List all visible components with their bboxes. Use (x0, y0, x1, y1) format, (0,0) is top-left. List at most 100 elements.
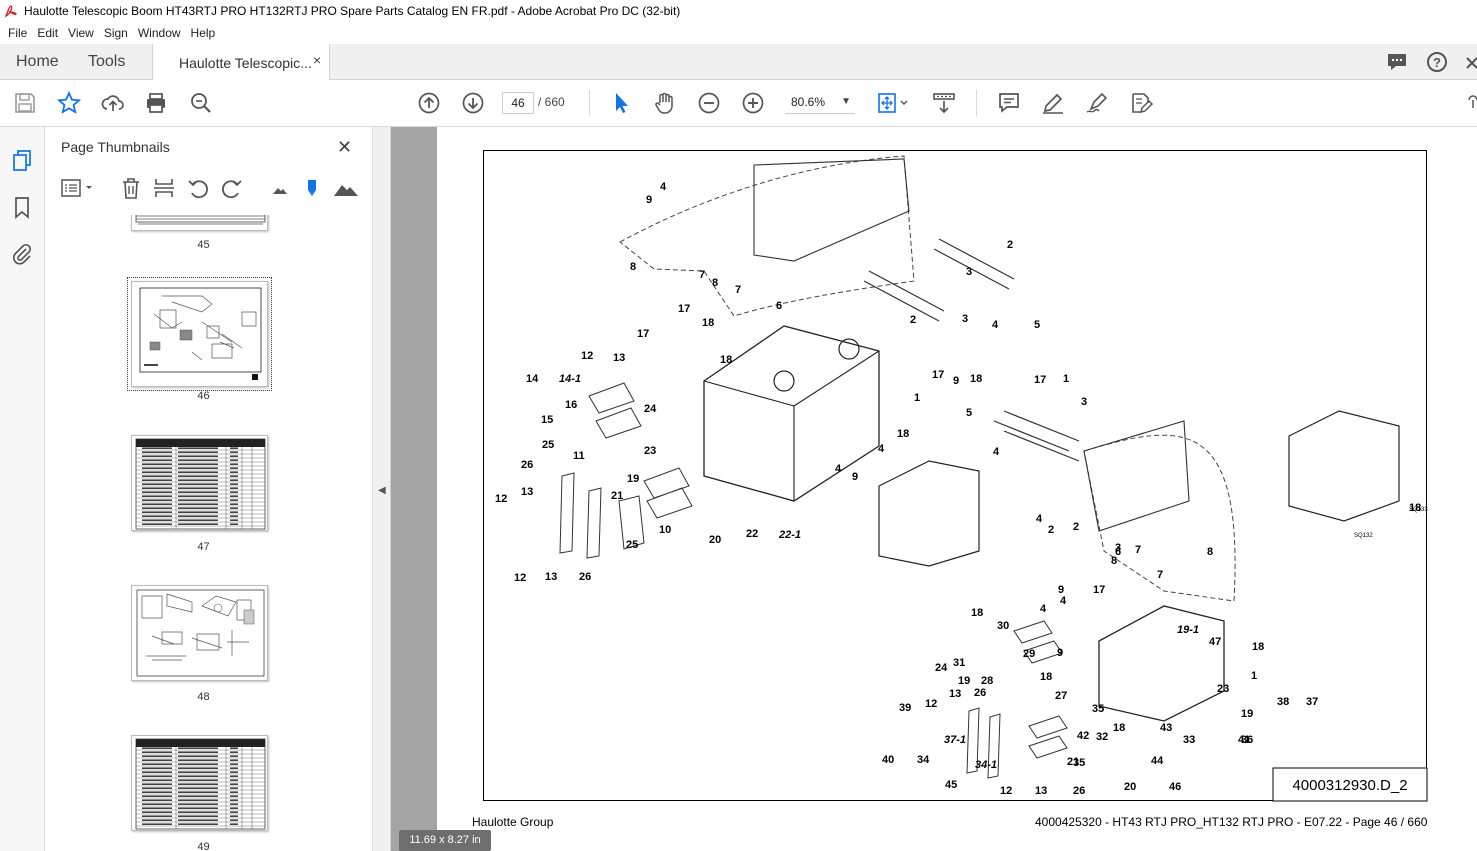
boom-head-assembly (878, 460, 980, 567)
callout-number: 2 (910, 314, 916, 326)
callout-number: 18 (1040, 671, 1052, 683)
callout-number: 8 (1111, 555, 1117, 567)
upload-cloud-icon[interactable] (101, 91, 125, 115)
menu-edit[interactable]: Edit (37, 26, 58, 40)
callout-number: 11 (573, 450, 585, 462)
tab-close-icon[interactable]: × (313, 52, 321, 68)
menu-window[interactable]: Window (138, 26, 181, 40)
callout-number: 29 (1023, 648, 1035, 660)
wear-pads-left (588, 382, 693, 550)
thumbnail-options-icon[interactable] (61, 177, 95, 199)
previous-page-icon[interactable] (417, 91, 441, 115)
callout-number: 26 (1073, 785, 1085, 797)
callout-number: 42 (1077, 730, 1089, 742)
tab-home[interactable]: Home (16, 53, 59, 71)
menu-view[interactable]: View (68, 26, 94, 40)
callout-number: 12 (1000, 785, 1012, 797)
tab-tools[interactable]: Tools (88, 53, 125, 71)
toolbar-divider (589, 90, 590, 116)
sign-pen-icon[interactable] (1085, 91, 1109, 115)
callout-number: 4 (1040, 603, 1047, 615)
hand-tool-icon[interactable] (653, 91, 677, 115)
callout-number: 5 (1034, 319, 1040, 331)
callout-labels: 4987876232 3 4 517181712 13 1814 14-116 2415232… (495, 181, 1428, 797)
thumbnail-page[interactable] (131, 735, 268, 831)
thumbnail-label: 47 (197, 541, 210, 553)
edit-pdf-icon[interactable] (1129, 91, 1153, 115)
small-thumbnails-icon[interactable] (269, 177, 291, 199)
thumbnail-page[interactable] (131, 215, 268, 231)
thumbnail-label: 49 (197, 841, 210, 851)
save-icon[interactable] (13, 91, 37, 115)
callout-number: 17 (1093, 584, 1105, 596)
bookmark-icon[interactable] (10, 195, 34, 219)
delete-pages-icon[interactable] (120, 177, 142, 199)
callout-number: 3 (966, 266, 972, 278)
bracket-bore (773, 370, 795, 392)
collapse-panel-arrow-icon[interactable]: ◀ (378, 485, 386, 496)
document-viewer[interactable]: 4000312930.D_2 4 9 8 7 8 7 6 2 3 2 3 4 5 17 18 17 12 13 18… (391, 127, 1477, 851)
attachment-icon[interactable] (10, 241, 34, 265)
callout-number: 23 (1217, 683, 1229, 695)
table-page-preview (135, 438, 266, 530)
scroll-mode-icon[interactable] (932, 91, 956, 115)
callout-number: 8 (630, 261, 636, 273)
rotate-clockwise-icon[interactable] (221, 177, 243, 199)
callout-number: 19 (627, 473, 639, 485)
thumbnail-page[interactable] (131, 585, 268, 681)
callout-number: 19 (1241, 708, 1253, 720)
callout-number: 8 (712, 277, 718, 289)
close-window-icon[interactable] (1465, 50, 1477, 74)
callout-number: 22-1 (778, 529, 801, 541)
callout-number: SQ132 (1354, 533, 1373, 539)
star-bookmark-icon[interactable] (57, 91, 81, 115)
panel-collapse-strip[interactable]: ◀ (373, 127, 391, 851)
more-tools-icon[interactable] (1468, 91, 1477, 115)
callout-number: 16 (565, 399, 577, 411)
extract-pages-icon[interactable] (153, 177, 175, 199)
panel-close-icon[interactable]: ✕ (337, 137, 352, 158)
callout-number: 14 (526, 373, 539, 385)
callout-number: 4 (835, 463, 842, 475)
callout-number: 1 (1063, 373, 1069, 385)
pin-shafts (863, 238, 1015, 322)
large-thumbnails-icon[interactable] (333, 177, 359, 199)
thumbnail-label: 45 (197, 239, 210, 251)
help-icon[interactable]: ? (1425, 50, 1449, 74)
menu-sign[interactable]: Sign (104, 26, 128, 40)
select-cursor-icon[interactable] (609, 91, 633, 115)
zoom-level-select[interactable]: 80.6% ▼ (785, 92, 855, 114)
thumbnail-marker-icon[interactable] (301, 177, 323, 199)
tab-document-label: Haulotte Telescopic... (179, 55, 312, 71)
find-zoom-icon[interactable] (189, 91, 213, 115)
callout-number: 30 (997, 620, 1009, 632)
zoom-in-icon[interactable] (741, 91, 765, 115)
fit-page-icon[interactable] (876, 91, 912, 115)
callout-number: 12 (581, 350, 593, 362)
comment-bubble-icon[interactable] (1385, 50, 1409, 74)
acrobat-logo-icon (4, 5, 17, 18)
next-page-icon[interactable] (461, 91, 485, 115)
callout-number: 37 (1306, 696, 1318, 708)
page-thumbnails-icon[interactable] (10, 148, 34, 172)
toolbar-divider (976, 90, 977, 116)
menu-file[interactable]: File (8, 26, 27, 40)
rotate-counterclockwise-icon[interactable] (187, 177, 209, 199)
callout-number: 9 (852, 471, 858, 483)
thumbnail-page-selected[interactable] (127, 277, 272, 391)
zoom-out-icon[interactable] (697, 91, 721, 115)
callout-number: 13 (1035, 785, 1047, 797)
print-icon[interactable] (144, 91, 168, 115)
callout-number: 25 (626, 539, 638, 551)
callout-number: 13 (545, 571, 557, 583)
callout-number: 45 (945, 779, 957, 791)
callout-number: 26 (579, 571, 591, 583)
menu-help[interactable]: Help (191, 26, 216, 40)
highlight-pen-icon[interactable] (1041, 91, 1065, 115)
tab-document[interactable]: Haulotte Telescopic... × (152, 44, 330, 81)
footer-page-info: 4000425320 - HT43 RTJ PRO_HT132 RTJ PRO … (1035, 815, 1428, 829)
page-number-input[interactable]: 46 (502, 92, 534, 114)
add-comment-icon[interactable] (997, 91, 1021, 115)
thumbnail-page[interactable] (131, 435, 268, 531)
callout-number: 7 (1135, 544, 1141, 556)
